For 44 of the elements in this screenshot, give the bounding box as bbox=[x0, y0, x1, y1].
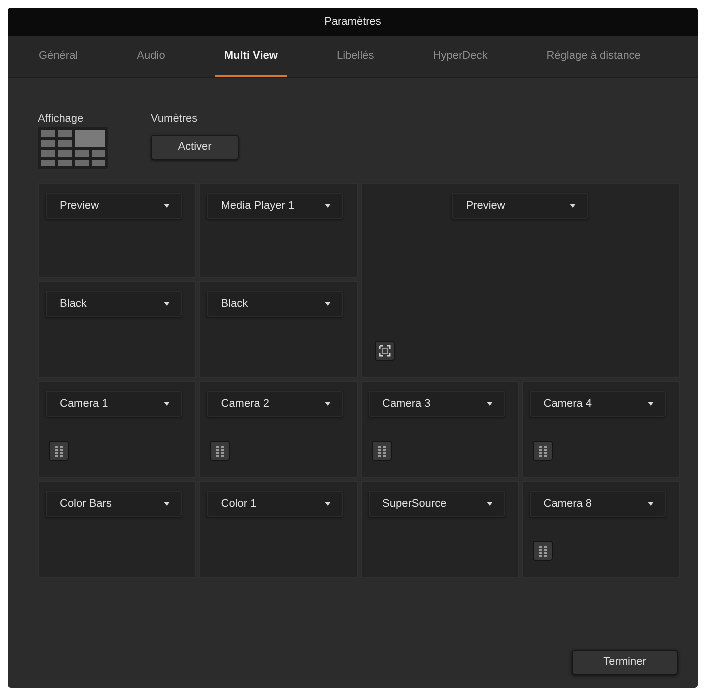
source-dropdown[interactable]: Camera 2 bbox=[207, 391, 344, 417]
level-meter-icon[interactable] bbox=[532, 441, 553, 461]
source-dropdown[interactable]: Black bbox=[207, 291, 344, 317]
source-dropdown[interactable]: Preview bbox=[452, 193, 588, 219]
caret-icon bbox=[164, 204, 170, 208]
caret-icon bbox=[648, 402, 654, 406]
caret-icon bbox=[164, 302, 170, 306]
source-dropdown[interactable]: Black bbox=[46, 291, 182, 317]
caret-icon bbox=[164, 402, 170, 406]
meters-label: Vumètres bbox=[151, 112, 199, 126]
tab[interactable]: Multi View bbox=[215, 37, 287, 77]
tab[interactable]: Audio bbox=[128, 37, 174, 77]
level-meter-icon[interactable] bbox=[49, 441, 69, 461]
caret-icon bbox=[486, 502, 492, 506]
tab[interactable]: Général bbox=[30, 37, 88, 77]
level-meter-icon[interactable] bbox=[372, 441, 392, 461]
tab[interactable]: Réglage à distance bbox=[538, 37, 650, 77]
source-dropdown[interactable]: Color 1 bbox=[207, 491, 344, 517]
caret-icon bbox=[325, 302, 332, 306]
caret-icon bbox=[325, 502, 332, 506]
window-title: Paramètres bbox=[324, 14, 382, 30]
finish-button[interactable]: Terminer bbox=[572, 650, 678, 675]
caret-icon bbox=[164, 502, 170, 506]
source-dropdown[interactable]: Color Bars bbox=[46, 491, 182, 517]
tab[interactable]: Libellés bbox=[328, 37, 384, 77]
level-meter-icon[interactable] bbox=[532, 541, 553, 561]
layout-grid-icon[interactable] bbox=[38, 127, 108, 169]
level-meter-icon[interactable] bbox=[210, 441, 230, 461]
tab[interactable]: HyperDeck bbox=[424, 37, 497, 77]
source-dropdown[interactable]: Media Player 1 bbox=[207, 193, 344, 219]
caret-icon bbox=[648, 502, 654, 506]
caret-icon bbox=[325, 204, 332, 208]
caret-icon bbox=[486, 402, 492, 406]
caret-icon bbox=[325, 402, 332, 406]
enable-button[interactable]: Activer bbox=[151, 135, 239, 160]
source-dropdown[interactable]: Camera 3 bbox=[368, 391, 504, 417]
square-frame-icon[interactable] bbox=[374, 341, 394, 361]
source-dropdown[interactable]: Camera 8 bbox=[530, 491, 666, 517]
source-dropdown[interactable]: SuperSource bbox=[368, 491, 504, 517]
layout-label: Affichage bbox=[38, 112, 85, 126]
source-dropdown[interactable]: Camera 4 bbox=[530, 391, 666, 417]
source-dropdown[interactable]: Preview bbox=[46, 193, 182, 219]
caret-icon bbox=[570, 204, 576, 208]
source-dropdown[interactable]: Camera 1 bbox=[46, 391, 182, 417]
